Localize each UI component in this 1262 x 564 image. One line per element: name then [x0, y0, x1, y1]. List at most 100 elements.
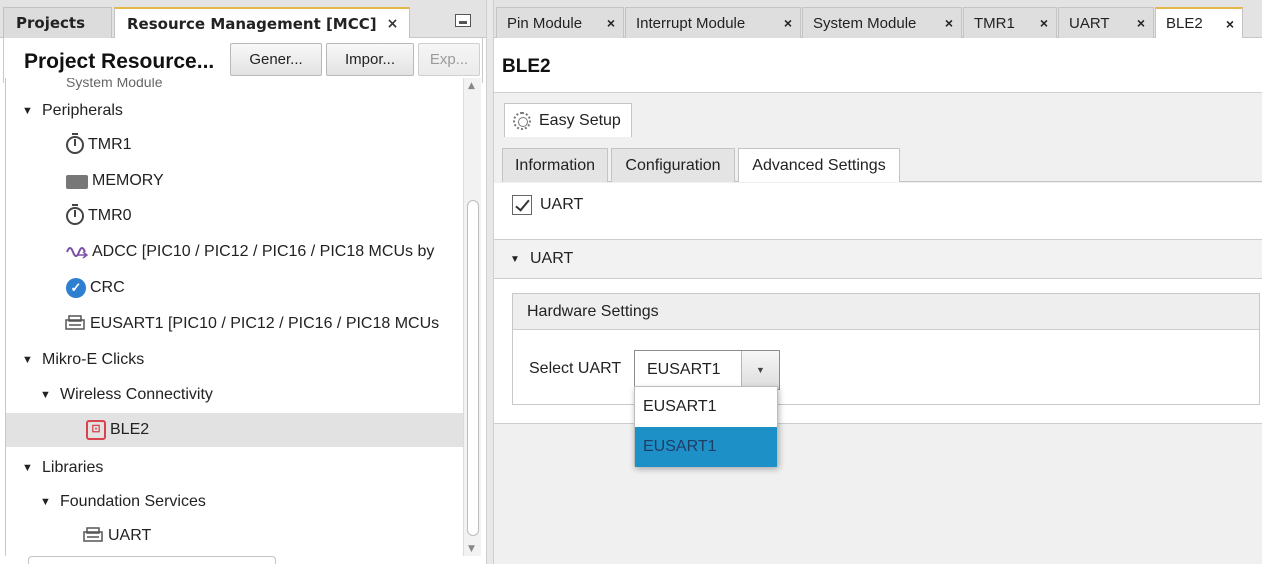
tab-label: Interrupt Module	[636, 14, 746, 32]
tree-vertical-scrollbar[interactable]: ▲ ▼	[463, 78, 481, 556]
close-icon[interactable]: ×	[607, 15, 615, 31]
tab-interrupt-module[interactable]: Interrupt Module ×	[625, 7, 801, 38]
empty-panel-area	[494, 423, 1262, 564]
tree-item-wireless-connectivity[interactable]: ▼ Wireless Connectivity	[6, 378, 463, 412]
tree-horizontal-scrollbar[interactable]	[28, 556, 276, 564]
uart-section-header[interactable]: ▼ UART	[494, 239, 1262, 279]
tree-item-label: ADCC [PIC10 / PIC12 / PIC16 / PIC18 MCUs…	[92, 243, 435, 260]
expand-arrow-icon[interactable]: ▼	[40, 389, 51, 401]
minimize-icon[interactable]	[455, 14, 471, 27]
tab-projects-label: Projects	[16, 14, 86, 32]
tree-item-mikroe-clicks[interactable]: ▼ Mikro-E Clicks	[6, 343, 463, 377]
scrollbar-thumb[interactable]	[467, 200, 479, 536]
tree-item-label: EUSART1 [PIC10 / PIC12 / PIC16 / PIC18 M…	[90, 315, 440, 332]
close-icon[interactable]: ×	[1040, 15, 1048, 31]
tab-tmr1[interactable]: TMR1 ×	[963, 7, 1057, 38]
generate-button[interactable]: Gener...	[230, 43, 322, 76]
expand-arrow-icon[interactable]: ▼	[40, 496, 51, 508]
select-uart-options: EUSART1 EUSART1	[634, 386, 778, 467]
tree-item-label: TMR1	[88, 136, 132, 153]
hardware-settings-box: Hardware Settings Select UART EUSART1 ▼	[512, 293, 1260, 405]
tab-system-module[interactable]: System Module ×	[802, 7, 962, 38]
export-button[interactable]: Exp...	[418, 43, 480, 76]
uart-checkbox[interactable]	[512, 195, 532, 215]
expand-arrow-icon[interactable]: ▼	[22, 105, 33, 117]
tab-ble2[interactable]: BLE2 ×	[1155, 7, 1243, 38]
setup-panel: Easy Setup Information Configuration Adv…	[494, 92, 1262, 564]
tab-advanced-settings[interactable]: Advanced Settings	[738, 148, 900, 182]
scroll-up-icon[interactable]: ▲	[468, 81, 475, 91]
serial-port-icon	[82, 527, 104, 545]
close-icon[interactable]: ×	[1226, 16, 1234, 32]
tree-item-label: Foundation Services	[60, 493, 206, 510]
tree-item-libraries[interactable]: ▼ Libraries	[6, 451, 463, 485]
tab-uart[interactable]: UART ×	[1058, 7, 1154, 38]
chevron-down-icon[interactable]: ▼	[741, 351, 779, 389]
uart-checkbox-row: UART	[512, 195, 583, 215]
uart-section-label: UART	[530, 250, 574, 267]
check-badge-icon: ✓	[66, 278, 86, 298]
tree-item-foundation-services[interactable]: ▼ Foundation Services	[6, 485, 463, 519]
tree-item-label: MEMORY	[92, 172, 164, 189]
tree-item-tmr1[interactable]: TMR1	[6, 128, 463, 162]
project-resources-header: Project Resource... Gener... Impor... Ex…	[3, 38, 483, 83]
tree-item-tmr0[interactable]: TMR0	[6, 199, 463, 233]
editor-tab-bar: Pin Module × Interrupt Module × System M…	[494, 0, 1262, 38]
tree-item-label: Wireless Connectivity	[60, 386, 213, 403]
expand-arrow-icon[interactable]: ▼	[22, 354, 33, 366]
tab-label: System Module	[813, 14, 917, 32]
tree-item-label: Mikro-E Clicks	[42, 351, 145, 368]
tab-easy-setup-label: Easy Setup	[539, 111, 621, 129]
dropdown-option[interactable]: EUSART1	[635, 387, 777, 427]
serial-port-icon	[64, 315, 86, 333]
tab-pin-module[interactable]: Pin Module ×	[496, 7, 624, 38]
right-pane: Pin Module × Interrupt Module × System M…	[494, 0, 1262, 564]
left-pane: Projects Resource Management [MCC] × Pro…	[0, 0, 486, 564]
collapse-arrow-icon[interactable]: ▼	[510, 254, 520, 265]
tab-label: BLE2	[1166, 15, 1203, 32]
tree-item-crc[interactable]: ✓ CRC	[6, 271, 463, 305]
tree-item-label: Peripherals	[42, 102, 123, 119]
module-title: BLE2	[502, 56, 551, 77]
gear-icon	[513, 111, 531, 130]
left-tab-bar: Projects Resource Management [MCC] ×	[0, 0, 486, 38]
tree-item-system-module[interactable]: System Module	[66, 78, 162, 90]
tree-item-eusart1[interactable]: EUSART1 [PIC10 / PIC12 / PIC16 / PIC18 M…	[6, 307, 463, 341]
tree-item-adcc[interactable]: ADCC [PIC10 / PIC12 / PIC16 / PIC18 MCUs…	[6, 235, 463, 269]
tab-configuration[interactable]: Configuration	[611, 148, 735, 182]
tab-projects[interactable]: Projects	[3, 7, 112, 38]
pane-splitter[interactable]	[486, 0, 494, 564]
tree-item-label: UART	[108, 527, 152, 544]
memory-icon	[66, 175, 88, 189]
select-uart-value: EUSART1	[647, 361, 721, 378]
advanced-settings-content: UART ▼ UART Hardware Settings Select UAR…	[494, 183, 1262, 423]
resource-tree: System Module ▼ Peripherals TMR1 MEMORY …	[5, 78, 463, 556]
tree-item-label: CRC	[90, 279, 125, 296]
dropdown-option-highlighted[interactable]: EUSART1	[635, 427, 777, 467]
close-icon[interactable]: ×	[945, 15, 953, 31]
tree-item-peripherals[interactable]: ▼ Peripherals	[6, 94, 463, 128]
ble-module-icon: ⊡	[86, 420, 106, 440]
project-resources-title: Project Resource...	[24, 50, 215, 73]
close-icon[interactable]: ×	[387, 16, 399, 32]
tab-resource-management[interactable]: Resource Management [MCC] ×	[114, 7, 410, 38]
tree-item-uart[interactable]: UART	[6, 519, 463, 553]
tree-item-memory[interactable]: MEMORY	[6, 164, 463, 198]
close-icon[interactable]: ×	[1137, 15, 1145, 31]
tab-label: Pin Module	[507, 14, 583, 32]
expand-arrow-icon[interactable]: ▼	[22, 462, 33, 474]
timer-icon	[66, 133, 84, 154]
waveform-icon	[66, 243, 89, 261]
tab-label: UART	[1069, 14, 1110, 32]
tree-item-label: TMR0	[88, 207, 132, 224]
tab-easy-setup[interactable]: Easy Setup	[504, 103, 632, 137]
tree-item-label: Libraries	[42, 459, 104, 476]
close-icon[interactable]: ×	[784, 15, 792, 31]
select-uart-dropdown[interactable]: EUSART1 ▼	[634, 350, 780, 390]
scroll-down-icon[interactable]: ▼	[468, 544, 475, 554]
select-uart-label: Select UART	[529, 360, 622, 377]
tab-information[interactable]: Information	[502, 148, 608, 182]
tree-item-label: BLE2	[110, 421, 150, 438]
import-button[interactable]: Impor...	[326, 43, 414, 76]
tree-item-ble2[interactable]: ⊡ BLE2	[6, 413, 463, 447]
